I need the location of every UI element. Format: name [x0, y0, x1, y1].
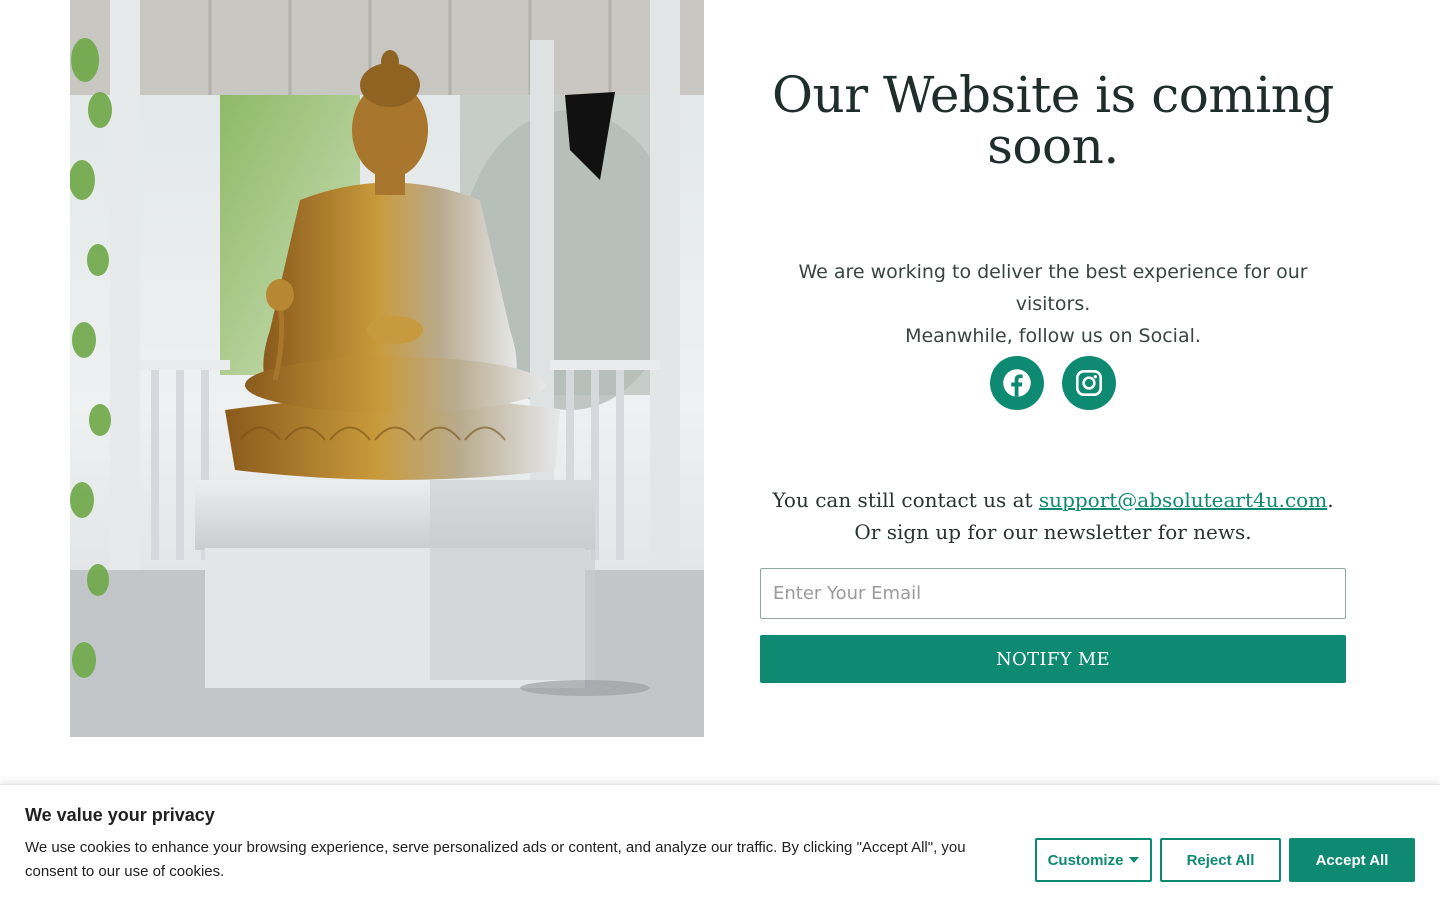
- contact-line: You can still contact us at support@abso…: [760, 484, 1346, 516]
- social-links: [760, 356, 1346, 410]
- cookie-banner: We value your privacy We use cookies to …: [0, 784, 1440, 900]
- notify-me-button[interactable]: NOTIFY ME: [760, 635, 1346, 683]
- accept-all-button[interactable]: Accept All: [1289, 838, 1415, 882]
- intro-line-1: We are working to deliver the best exper…: [798, 261, 1308, 315]
- cookie-title: We value your privacy: [25, 805, 215, 825]
- hero-image: [70, 0, 704, 737]
- cookie-actions: Customize Reject All Accept All: [1035, 838, 1415, 882]
- customize-label: Customize: [1047, 851, 1124, 869]
- support-email-link[interactable]: support@absoluteart4u.com: [1039, 488, 1327, 512]
- instagram-link[interactable]: [1062, 356, 1116, 410]
- reject-all-button[interactable]: Reject All: [1160, 838, 1281, 882]
- contact-prefix: You can still contact us at: [772, 488, 1039, 512]
- facebook-link[interactable]: [990, 356, 1044, 410]
- newsletter-text: Or sign up for our newsletter for news.: [854, 520, 1252, 544]
- customize-button[interactable]: Customize: [1035, 838, 1152, 882]
- intro-text: We are working to deliver the best exper…: [760, 256, 1346, 352]
- facebook-icon: [1003, 369, 1031, 397]
- cookie-description: We use cookies to enhance your browsing …: [25, 839, 966, 880]
- email-input[interactable]: [760, 568, 1346, 619]
- caret-down-icon: [1129, 857, 1140, 863]
- buddha-statue-illustration: [70, 0, 704, 737]
- contact-suffix: .: [1327, 488, 1334, 512]
- contact-text: You can still contact us at support@abso…: [760, 484, 1346, 548]
- instagram-icon: [1076, 370, 1102, 396]
- page-title: Our Website is coming soon.: [772, 66, 1334, 175]
- intro-line-2: Meanwhile, follow us on Social.: [905, 325, 1201, 347]
